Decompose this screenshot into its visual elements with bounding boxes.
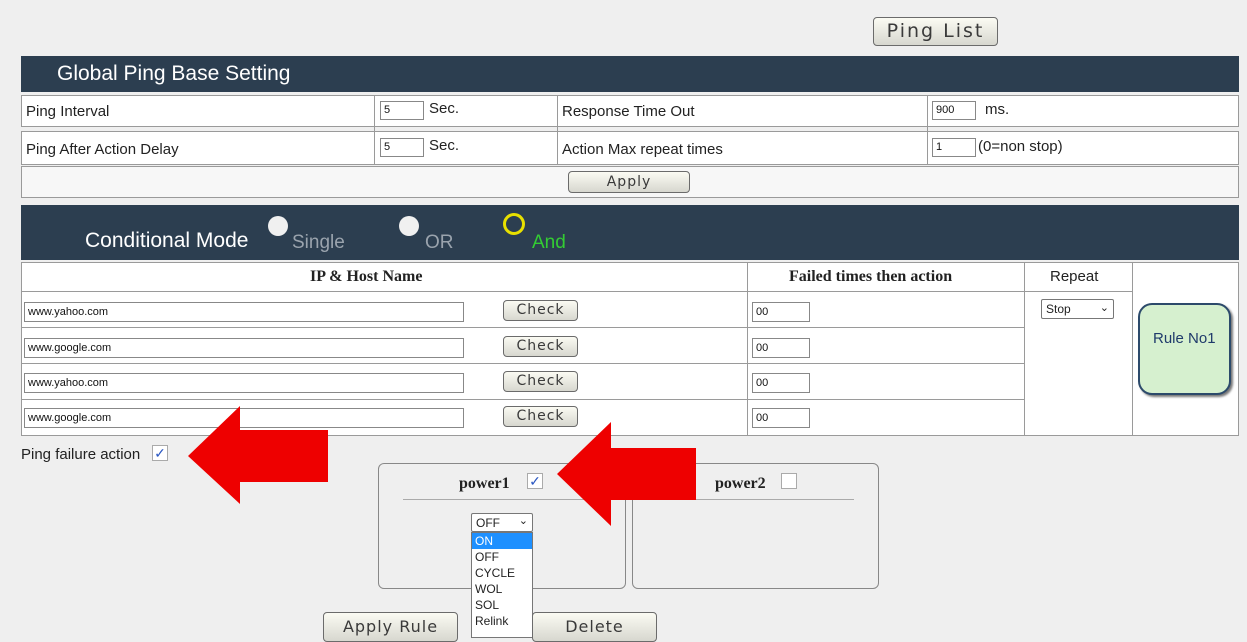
single-radio[interactable]: [268, 216, 288, 236]
after-delay-unit: Sec.: [429, 137, 460, 154]
check-button-1[interactable]: Check: [503, 300, 578, 321]
power1-checkbox[interactable]: ✓: [527, 473, 543, 489]
check-button-3[interactable]: Check: [503, 371, 578, 392]
failed-input-2[interactable]: 00: [752, 338, 810, 358]
failed-input-3[interactable]: 00: [752, 373, 810, 393]
red-arrow-1: [188, 406, 328, 504]
divider: [927, 95, 928, 165]
or-radio[interactable]: [399, 216, 419, 236]
chevron-down-icon: ⌄: [518, 515, 528, 527]
divider: [21, 291, 1132, 292]
divider: [1132, 262, 1133, 436]
power1-dropdown-list: ON OFF CYCLE WOL SOL Relink: [471, 532, 533, 638]
dropdown-option[interactable]: ON: [472, 533, 532, 549]
ping-interval-unit: Sec.: [429, 100, 460, 117]
or-label[interactable]: OR: [425, 232, 454, 254]
arrow-shape: [188, 406, 328, 504]
after-delay-input[interactable]: 5: [380, 138, 424, 157]
red-arrow-2: [557, 422, 696, 526]
conditional-mode-header: Conditional Mode Single OR And: [21, 205, 1239, 260]
power2-checkbox[interactable]: [781, 473, 797, 489]
arrow-shape: [557, 422, 696, 526]
ip-host-header: IP & Host Name: [310, 268, 423, 285]
divider: [374, 95, 375, 165]
check-button-2[interactable]: Check: [503, 336, 578, 357]
host-input-3[interactable]: www.yahoo.com: [24, 373, 464, 393]
response-timeout-input[interactable]: 900: [932, 101, 976, 120]
max-repeat-note: (0=non stop): [978, 138, 1063, 155]
single-label[interactable]: Single: [292, 232, 345, 254]
after-delay-label: Ping After Action Delay: [26, 141, 179, 158]
chevron-down-icon: ⌄: [1099, 302, 1109, 314]
failed-input-1[interactable]: 00: [752, 302, 810, 322]
rule-label: Rule No1: [1153, 330, 1216, 347]
dropdown-option[interactable]: Relink: [472, 613, 532, 629]
max-repeat-input[interactable]: 1: [932, 138, 976, 157]
power1-select[interactable]: OFF ⌄: [471, 513, 533, 532]
divider: [21, 327, 1024, 328]
ping-failure-label: Ping failure action: [21, 446, 141, 463]
host-input-1[interactable]: www.yahoo.com: [24, 302, 464, 322]
dropdown-option[interactable]: WOL: [472, 581, 532, 597]
dropdown-option[interactable]: CYCLE: [472, 565, 532, 581]
dropdown-option[interactable]: OFF: [472, 549, 532, 565]
global-settings-header: Global Ping Base Setting: [21, 56, 1239, 92]
failed-times-header: Failed times then action: [789, 268, 953, 285]
global-settings-title: Global Ping Base Setting: [57, 62, 291, 85]
repeat-select[interactable]: Stop ⌄: [1041, 299, 1114, 319]
power2-label: power2: [715, 475, 766, 492]
ping-failure-checkbox[interactable]: ✓: [152, 445, 168, 461]
repeat-select-value: Stop: [1046, 302, 1071, 316]
conditional-mode-title: Conditional Mode: [85, 229, 249, 252]
host-input-2[interactable]: www.google.com: [24, 338, 464, 358]
power1-label: power1: [459, 475, 510, 492]
apply-button[interactable]: Apply: [568, 171, 690, 193]
power1-select-value: OFF: [476, 516, 500, 530]
and-radio[interactable]: [503, 213, 525, 235]
divider: [747, 262, 748, 436]
divider: [1024, 262, 1025, 436]
ping-interval-input[interactable]: 5: [380, 101, 424, 120]
response-timeout-label: Response Time Out: [562, 103, 695, 120]
and-label[interactable]: And: [532, 232, 566, 254]
max-repeat-label: Action Max repeat times: [562, 141, 723, 158]
ping-interval-label: Ping Interval: [26, 103, 110, 120]
failed-input-4[interactable]: 00: [752, 408, 810, 428]
divider: [21, 399, 1024, 400]
response-timeout-unit: ms.: [985, 101, 1010, 118]
divider: [557, 95, 558, 165]
ping-list-button[interactable]: Ping List: [873, 17, 998, 46]
rule-button[interactable]: Rule No1: [1138, 303, 1231, 395]
repeat-header: Repeat: [1050, 268, 1099, 285]
divider: [21, 363, 1024, 364]
dropdown-option[interactable]: SOL: [472, 597, 532, 613]
